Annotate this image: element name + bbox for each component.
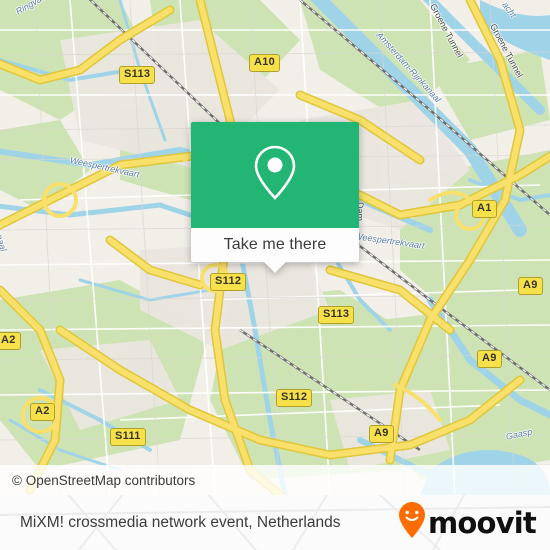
road-shield: S113 [318,306,355,324]
take-me-there-label: Take me there [223,236,327,253]
attribution-text: © OpenStreetMap contributors [12,472,196,488]
page-title: MiXM! crossmedia network event, Netherla… [20,495,340,550]
map-attribution-bar: © OpenStreetMap contributors [0,465,550,495]
moovit-pin-smiley-icon [397,501,427,544]
take-me-there-button[interactable]: Take me there [191,228,359,262]
road-shield: A9 [477,350,502,368]
road-shield: A2 [30,403,55,421]
road-shield: A1 [472,200,497,218]
road-shield: A10 [249,54,281,72]
road-shield: S111 [110,428,146,446]
road-shield: S113 [119,66,156,84]
map-canvas[interactable]: S113 A10 S112 S113 A1 A9 A9 S112 A9 A2 A… [0,0,550,495]
road-shield: A9 [518,277,543,295]
popup-header [191,122,359,228]
popup-pointer-tail [264,262,286,273]
road-shield: A2 [0,332,21,350]
footer-bar: MiXM! crossmedia network event, Netherla… [0,495,550,550]
moovit-wordmark: moovit [428,505,537,540]
map-pin-icon [251,143,299,208]
road-shield: S112 [210,273,247,291]
road-shield: S112 [276,389,313,407]
moovit-map-page: S113 A10 S112 S113 A1 A9 A9 S112 A9 A2 A… [0,0,550,550]
caption-text: MiXM! crossmedia network event, Netherla… [20,513,341,531]
location-popup-card[interactable]: Take me there [191,122,359,273]
moovit-logo[interactable]: moovit [397,495,537,550]
road-shield: A9 [369,425,394,443]
